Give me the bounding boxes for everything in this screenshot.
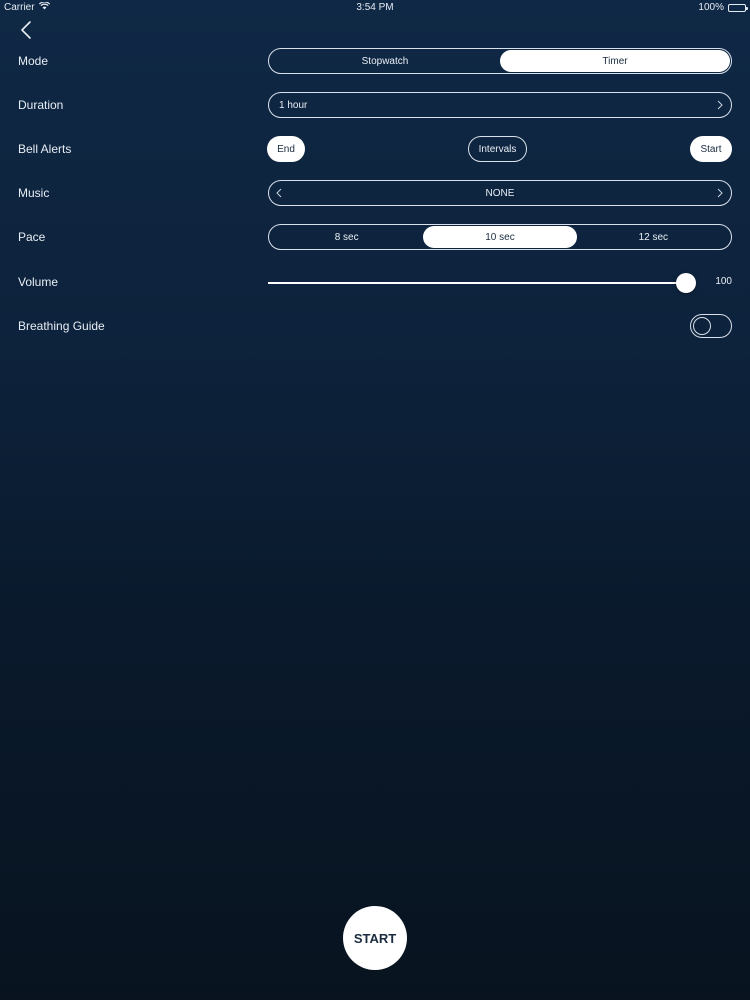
music-value: NONE bbox=[485, 188, 515, 199]
start-button[interactable]: START bbox=[343, 906, 407, 970]
volume-slider-thumb[interactable] bbox=[676, 273, 696, 293]
status-right: 100% bbox=[698, 2, 748, 13]
breathing-guide-toggle[interactable] bbox=[690, 314, 732, 338]
music-next-icon[interactable] bbox=[715, 188, 725, 198]
breathing-guide-row: Breathing Guide bbox=[0, 313, 750, 341]
bell-alerts-label: Bell Alerts bbox=[18, 142, 72, 156]
toggle-knob bbox=[693, 317, 711, 335]
chevron-left-icon bbox=[21, 21, 31, 39]
duration-row: Duration 1 hour bbox=[0, 92, 750, 120]
bell-end-button[interactable]: End bbox=[267, 136, 305, 162]
music-selector: NONE bbox=[268, 180, 732, 206]
pace-option-10[interactable]: 10 sec bbox=[423, 226, 577, 248]
mode-option-timer[interactable]: Timer bbox=[500, 50, 730, 72]
music-row: Music NONE bbox=[0, 180, 750, 208]
mode-label: Mode bbox=[18, 54, 49, 68]
battery-icon bbox=[728, 3, 748, 12]
mode-segmented-control: Stopwatch Timer bbox=[268, 48, 732, 74]
pace-segmented-control: 8 sec 10 sec 12 sec bbox=[268, 224, 732, 250]
status-bar: Carrier 3:54 PM 100% bbox=[0, 0, 750, 16]
volume-slider-fill bbox=[268, 282, 688, 284]
duration-value: 1 hour bbox=[279, 100, 308, 111]
pace-label: Pace bbox=[18, 230, 46, 244]
pace-row: Pace 8 sec 10 sec 12 sec bbox=[0, 224, 750, 252]
battery-label: 100% bbox=[698, 2, 724, 13]
music-label: Music bbox=[18, 186, 50, 200]
volume-row: Volume 100 bbox=[0, 269, 750, 297]
pace-option-8[interactable]: 8 sec bbox=[270, 226, 423, 248]
bell-alerts-row: Bell Alerts End Intervals Start bbox=[0, 136, 750, 164]
duration-selector[interactable]: 1 hour bbox=[268, 92, 732, 118]
bell-start-button[interactable]: Start bbox=[690, 136, 732, 162]
back-button[interactable] bbox=[12, 18, 40, 42]
breathing-guide-label: Breathing Guide bbox=[18, 319, 105, 333]
volume-slider[interactable] bbox=[268, 273, 696, 293]
duration-label: Duration bbox=[18, 98, 64, 112]
bell-intervals-button[interactable]: Intervals bbox=[468, 136, 527, 162]
status-time: 3:54 PM bbox=[356, 2, 394, 13]
mode-option-stopwatch[interactable]: Stopwatch bbox=[270, 50, 500, 72]
mode-row: Mode Stopwatch Timer bbox=[0, 48, 750, 76]
volume-label: Volume bbox=[18, 275, 59, 289]
chevron-right-icon bbox=[717, 100, 723, 110]
pace-option-12[interactable]: 12 sec bbox=[577, 226, 730, 248]
volume-value: 100 bbox=[715, 276, 732, 287]
